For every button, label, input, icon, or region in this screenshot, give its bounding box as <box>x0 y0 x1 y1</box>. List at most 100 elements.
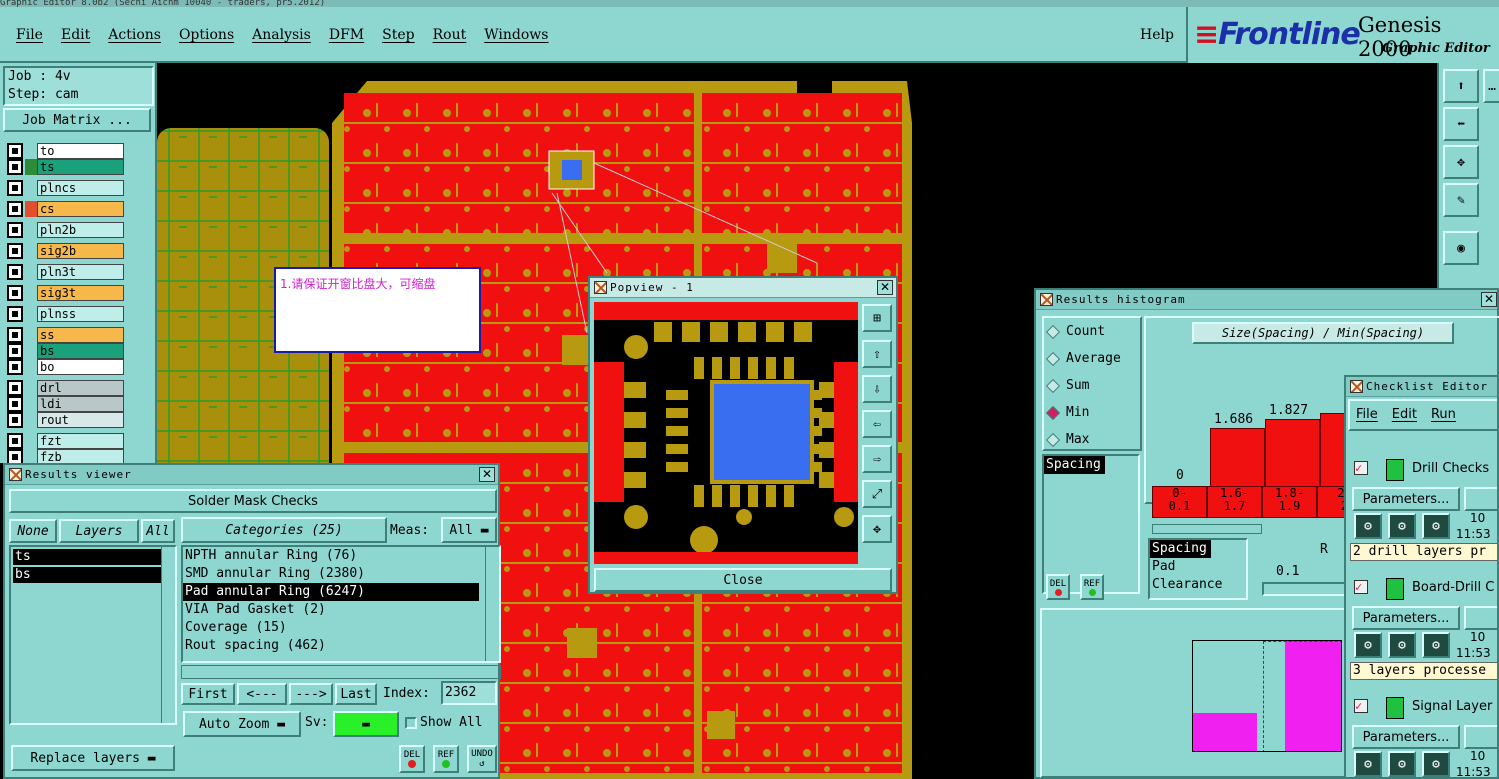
menu-windows[interactable]: Windows <box>484 27 548 43</box>
histogram-close-icon[interactable]: ✕ <box>1481 292 1497 307</box>
layer-row-cs[interactable]: cs <box>7 201 124 217</box>
layer-row-fzt[interactable]: fzt <box>7 433 124 449</box>
del-button[interactable]: DEL <box>399 745 425 773</box>
layer-affected-toggle[interactable] <box>25 306 37 322</box>
popview-up-icon[interactable]: ⇧ <box>862 340 892 368</box>
toolbar-fit-icon[interactable]: ✥ <box>1443 145 1479 179</box>
popview-close-button[interactable]: Close <box>594 568 892 592</box>
layer-affected-toggle[interactable] <box>25 359 37 375</box>
list-item[interactable]: Spacing <box>1150 540 1211 558</box>
layer-affected-toggle[interactable] <box>25 433 37 449</box>
ref-button[interactable]: REF <box>433 745 459 773</box>
layer-row-bo[interactable]: bo <box>7 359 124 375</box>
layer-checkbox[interactable] <box>7 306 23 322</box>
layer-affected-toggle[interactable] <box>25 412 37 428</box>
layer-row-sig3t[interactable]: sig3t <box>7 285 124 301</box>
layer-row-plncs[interactable]: plncs <box>7 180 124 196</box>
layer-row-to[interactable]: to <box>7 143 124 159</box>
parameter-list[interactable]: Spacing Pad Clearance <box>1148 538 1248 600</box>
toolbar-up-icon[interactable]: ⬆ <box>1443 69 1479 103</box>
layer-row-drl[interactable]: drl <box>7 380 124 396</box>
mode-radio-count[interactable]: Count <box>1044 318 1140 345</box>
checklist-menu-edit[interactable]: Edit <box>1392 407 1417 422</box>
histogram-ref-button[interactable]: REF <box>1080 574 1104 600</box>
run-view-icon[interactable]: ⚙ <box>1388 751 1416 777</box>
layer-checkbox[interactable] <box>7 143 23 159</box>
layer-affected-toggle[interactable] <box>25 222 37 238</box>
undo-button[interactable]: UNDO ↺ <box>467 745 497 773</box>
category-list[interactable]: NPTH annular Ring (76) SMD annular Ring (… <box>181 545 501 663</box>
last-button[interactable]: Last <box>335 683 377 705</box>
layer-checkbox[interactable] <box>7 243 23 259</box>
layer-checkbox[interactable] <box>7 222 23 238</box>
layer-results-list[interactable]: ts bs <box>9 545 177 725</box>
results-viewer-close-icon[interactable]: ✕ <box>479 467 495 482</box>
layer-row-ldi[interactable]: ldi <box>7 396 124 412</box>
parameters-button[interactable]: Parameters... <box>1352 487 1460 511</box>
run-view-icon[interactable]: ⚙ <box>1388 632 1416 658</box>
list-item[interactable]: Pad <box>1150 558 1246 576</box>
popview-center-icon[interactable]: ✥ <box>862 515 892 543</box>
checklist-menu-file[interactable]: File <box>1356 407 1378 422</box>
meas-select[interactable]: All ▬ <box>441 517 497 543</box>
layer-row-plnss[interactable]: plnss <box>7 306 124 322</box>
category-hscrollbar[interactable] <box>181 665 501 679</box>
layer-checkbox[interactable] <box>7 396 23 412</box>
mode-radio-max[interactable]: Max <box>1044 426 1140 453</box>
layer-row-pln2b[interactable]: pln2b <box>7 222 124 238</box>
layer-row-rout[interactable]: rout <box>7 412 124 428</box>
layer-list-scrollbar[interactable] <box>161 547 175 723</box>
popview-fit-icon[interactable]: ⤢ <box>862 480 892 508</box>
job-matrix-button[interactable]: Job Matrix ... <box>3 108 151 132</box>
category-scrollbar[interactable] <box>485 547 499 661</box>
mode-radio-sum[interactable]: Sum <box>1044 372 1140 399</box>
checklist-extra-button[interactable] <box>1464 487 1497 511</box>
popview-down-icon[interactable]: ⇩ <box>862 375 892 403</box>
menu-analysis[interactable]: Analysis <box>252 27 311 43</box>
checklist-menu-run[interactable]: Run <box>1431 407 1456 422</box>
all-button[interactable]: All <box>141 519 175 543</box>
layer-affected-toggle[interactable] <box>25 159 37 175</box>
layer-affected-toggle[interactable] <box>25 143 37 159</box>
layer-checkbox[interactable] <box>7 285 23 301</box>
list-item[interactable]: Clearance <box>1150 576 1246 594</box>
run-icon[interactable]: ⚙ <box>1354 513 1382 539</box>
checklist-extra-button[interactable] <box>1464 725 1497 749</box>
sv-color-select[interactable]: ▬ <box>333 711 399 737</box>
toolbar-measure-icon[interactable]: ✎ <box>1443 183 1479 217</box>
category-item[interactable]: NPTH annular Ring (76) <box>183 547 499 565</box>
list-item[interactable]: Spacing <box>1044 456 1105 474</box>
layer-affected-toggle[interactable] <box>25 201 37 217</box>
metric-list[interactable]: Spacing <box>1042 454 1140 594</box>
layer-affected-toggle[interactable] <box>25 285 37 301</box>
result-layer-item[interactable]: bs <box>13 567 161 583</box>
threshold-slider[interactable] <box>1262 582 1352 596</box>
layer-affected-toggle[interactable] <box>25 264 37 280</box>
category-item[interactable]: SMD annular Ring (2380) <box>183 565 499 583</box>
window-menu-icon[interactable] <box>594 281 607 294</box>
mode-radio-average[interactable]: Average <box>1044 345 1140 372</box>
parameters-button[interactable]: Parameters... <box>1352 606 1460 630</box>
categories-button[interactable]: Categories (25) <box>181 517 387 543</box>
layer-checkbox[interactable] <box>7 359 23 375</box>
popview-right-icon[interactable]: ⇨ <box>862 445 892 473</box>
window-menu-icon[interactable] <box>9 468 22 481</box>
popview-left-icon[interactable]: ⇦ <box>862 410 892 438</box>
run-stop-icon[interactable]: ⚙ <box>1422 632 1450 658</box>
help-menu[interactable]: Help <box>1140 27 1174 43</box>
mode-radio-min[interactable]: Min <box>1044 399 1140 426</box>
menu-dfm[interactable]: DFM <box>329 27 364 43</box>
layer-row-sig2b[interactable]: sig2b <box>7 243 124 259</box>
run-stop-icon[interactable]: ⚙ <box>1422 751 1450 777</box>
menu-step[interactable]: Step <box>382 27 414 43</box>
category-item[interactable]: Pad annular Ring (6247) <box>183 583 479 601</box>
none-button[interactable]: None <box>9 519 57 543</box>
layer-checkbox[interactable] <box>7 159 23 175</box>
run-icon[interactable]: ⚙ <box>1354 751 1382 777</box>
layer-checkbox[interactable] <box>7 180 23 196</box>
layers-button[interactable]: Layers <box>59 519 139 543</box>
layer-checkbox[interactable] <box>7 433 23 449</box>
histogram-del-button[interactable]: DEL <box>1046 574 1070 600</box>
layer-affected-toggle[interactable] <box>25 243 37 259</box>
category-item[interactable]: VIA Pad Gasket (2) <box>183 601 499 619</box>
